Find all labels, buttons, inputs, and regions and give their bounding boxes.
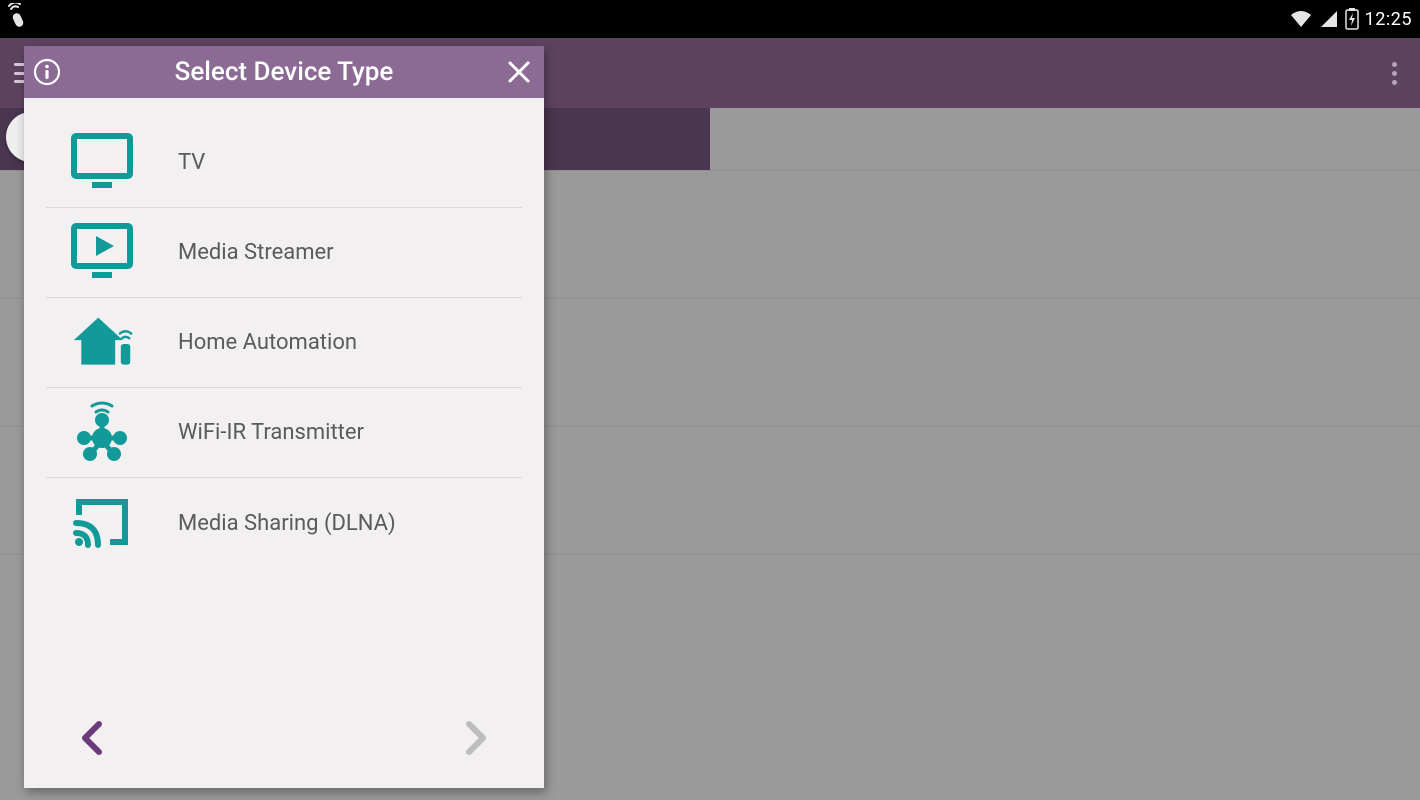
cell-signal-icon xyxy=(1319,9,1339,29)
info-button[interactable] xyxy=(30,55,64,89)
device-type-list: TV Media Streamer Home Au xyxy=(24,98,544,698)
back-button[interactable] xyxy=(72,718,112,758)
device-type-label: WiFi-IR Transmitter xyxy=(178,420,364,445)
cast-icon xyxy=(70,492,134,554)
remote-status-icon xyxy=(8,3,30,36)
device-type-tv[interactable]: TV xyxy=(46,118,522,208)
clock: 12:25 xyxy=(1365,9,1412,30)
overflow-menu-button[interactable] xyxy=(1382,53,1406,93)
device-type-label: Media Streamer xyxy=(178,240,334,265)
tv-icon xyxy=(70,132,134,194)
wifi-icon xyxy=(1289,9,1313,29)
device-type-wifi-ir-transmitter[interactable]: WiFi-IR Transmitter xyxy=(46,388,522,478)
status-bar: 12:25 xyxy=(0,0,1420,38)
wifi-ir-icon xyxy=(70,402,134,464)
next-button[interactable] xyxy=(456,718,496,758)
device-type-label: Media Sharing (DLNA) xyxy=(178,511,396,536)
device-type-media-sharing-dlna[interactable]: Media Sharing (DLNA) xyxy=(46,478,522,568)
dialog-title: Select Device Type xyxy=(175,57,394,87)
dialog-header: Select Device Type xyxy=(24,46,544,98)
device-type-media-streamer[interactable]: Media Streamer xyxy=(46,208,522,298)
media-streamer-icon xyxy=(70,222,134,284)
dialog-footer xyxy=(24,698,544,788)
close-button[interactable] xyxy=(502,55,536,89)
device-type-label: Home Automation xyxy=(178,330,357,355)
home-automation-icon xyxy=(70,312,134,374)
device-type-home-automation[interactable]: Home Automation xyxy=(46,298,522,388)
select-device-type-dialog: Select Device Type TV xyxy=(24,46,544,788)
battery-charging-icon xyxy=(1345,8,1359,30)
device-type-label: TV xyxy=(178,150,205,175)
